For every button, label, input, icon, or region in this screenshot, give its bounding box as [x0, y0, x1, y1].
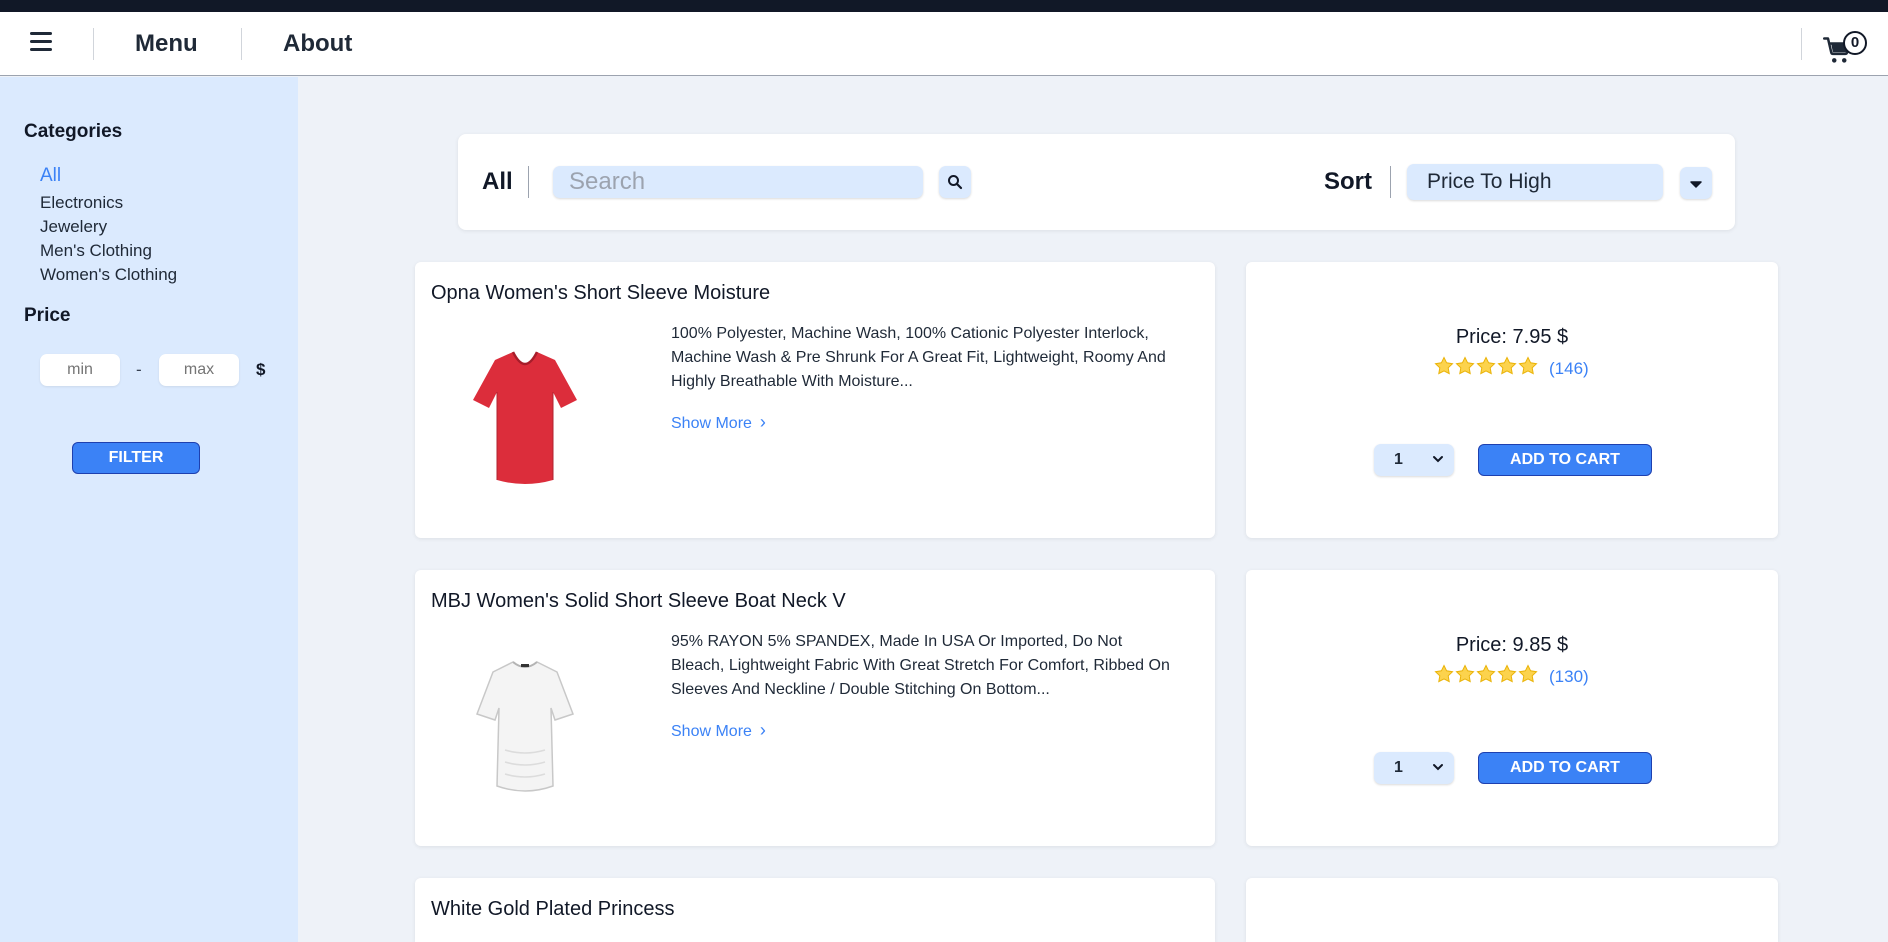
search-icon [948, 175, 963, 190]
quantity-value: 1 [1394, 759, 1403, 776]
hamburger-menu-icon[interactable] [30, 32, 54, 56]
search-button[interactable] [939, 166, 971, 198]
max-price-input[interactable] [159, 354, 239, 386]
star-icon [1455, 356, 1475, 375]
navbar: Menu About 0 [0, 12, 1888, 76]
toolbar-divider [528, 166, 529, 198]
product-rating: (130) [1434, 664, 1589, 689]
nav-menu-link[interactable]: Menu [135, 30, 198, 58]
product-price: Price: 7.95 $ [1455, 326, 1569, 348]
search-input[interactable]: Search [553, 166, 923, 198]
star-icon [1455, 664, 1475, 683]
nav-divider [93, 28, 94, 60]
quantity-value: 1 [1394, 451, 1403, 468]
categories-heading: Categories [24, 121, 123, 142]
add-to-cart-button[interactable]: ADD TO CART [1478, 752, 1652, 784]
nav-divider [1801, 28, 1802, 60]
star-icon [1476, 664, 1496, 683]
product-title[interactable]: White Gold Plated Princess [431, 898, 674, 921]
product-card: Opna Women's Short Sleeve Moisture 100% … [415, 262, 1215, 538]
category-womens-clothing[interactable]: Women's Clothing [40, 265, 177, 285]
search-sort-toolbar: All Search Sort Price To High [458, 134, 1735, 230]
chevron-down-icon [1433, 456, 1443, 463]
add-to-cart-button[interactable]: ADD TO CART [1478, 444, 1652, 476]
star-icon [1476, 356, 1496, 375]
chevron-right-icon: › [759, 412, 766, 432]
sidebar: Categories All Electronics Jewelery Men'… [0, 77, 298, 942]
product-image-red-tshirt[interactable] [465, 342, 585, 492]
product-price: Price: 9.85 $ [1455, 634, 1569, 656]
product-card: MBJ Women's Solid Short Sleeve Boat Neck… [415, 570, 1215, 846]
product-description: 100% Polyester, Machine Wash, 100% Catio… [671, 325, 1166, 390]
star-rating-icons [1434, 664, 1539, 689]
category-jewelery[interactable]: Jewelery [40, 217, 107, 237]
product-rating: (146) [1434, 356, 1589, 381]
category-electronics[interactable]: Electronics [40, 193, 123, 213]
product-image-white-tshirt[interactable] [465, 650, 585, 800]
product-title[interactable]: Opna Women's Short Sleeve Moisture [431, 282, 770, 305]
show-more-link[interactable]: Show More › [671, 412, 766, 433]
filter-button[interactable]: FILTER [72, 442, 200, 474]
price-currency: $ [256, 360, 266, 379]
current-category-label: All [482, 168, 513, 195]
product-price-card: Price: 7.95 $ (146) 1 ADD TO CART [1246, 262, 1778, 538]
star-rating-icons [1434, 356, 1539, 381]
product-price-card [1246, 878, 1778, 942]
caret-down-icon [1690, 181, 1702, 188]
show-more-label: Show More [671, 723, 752, 740]
category-all[interactable]: All [40, 165, 61, 187]
product-card: White Gold Plated Princess [415, 878, 1215, 942]
show-more-link[interactable]: Show More › [671, 720, 766, 741]
show-more-label: Show More [671, 415, 752, 432]
toolbar-divider [1390, 166, 1391, 198]
price-range-dash: - [136, 360, 142, 379]
sort-label: Sort [1324, 168, 1372, 195]
product-title[interactable]: MBJ Women's Solid Short Sleeve Boat Neck… [431, 590, 846, 613]
star-icon [1497, 356, 1517, 375]
product-description: 95% RAYON 5% SPANDEX, Made In USA Or Imp… [671, 633, 1170, 698]
cart-count-badge: 0 [1843, 31, 1867, 55]
star-icon [1434, 664, 1454, 683]
nav-divider [241, 28, 242, 60]
min-price-input[interactable] [40, 354, 120, 386]
quantity-select[interactable]: 1 [1374, 752, 1454, 784]
nav-about-link[interactable]: About [283, 30, 352, 58]
chevron-down-icon [1433, 764, 1443, 771]
rating-count[interactable]: (146) [1549, 359, 1589, 379]
star-icon [1434, 356, 1454, 375]
star-icon [1518, 664, 1538, 683]
sort-select[interactable]: Price To High [1407, 164, 1663, 200]
cart-button[interactable]: 0 [1823, 28, 1867, 68]
sort-dropdown-button[interactable] [1680, 167, 1712, 199]
star-icon [1518, 356, 1538, 375]
top-strip [0, 0, 1888, 12]
category-mens-clothing[interactable]: Men's Clothing [40, 241, 152, 261]
price-heading: Price [24, 305, 71, 326]
chevron-right-icon: › [759, 720, 766, 740]
quantity-select[interactable]: 1 [1374, 444, 1454, 476]
star-icon [1497, 664, 1517, 683]
product-price-card: Price: 9.85 $ (130) 1 ADD TO CART [1246, 570, 1778, 846]
rating-count[interactable]: (130) [1549, 667, 1589, 687]
